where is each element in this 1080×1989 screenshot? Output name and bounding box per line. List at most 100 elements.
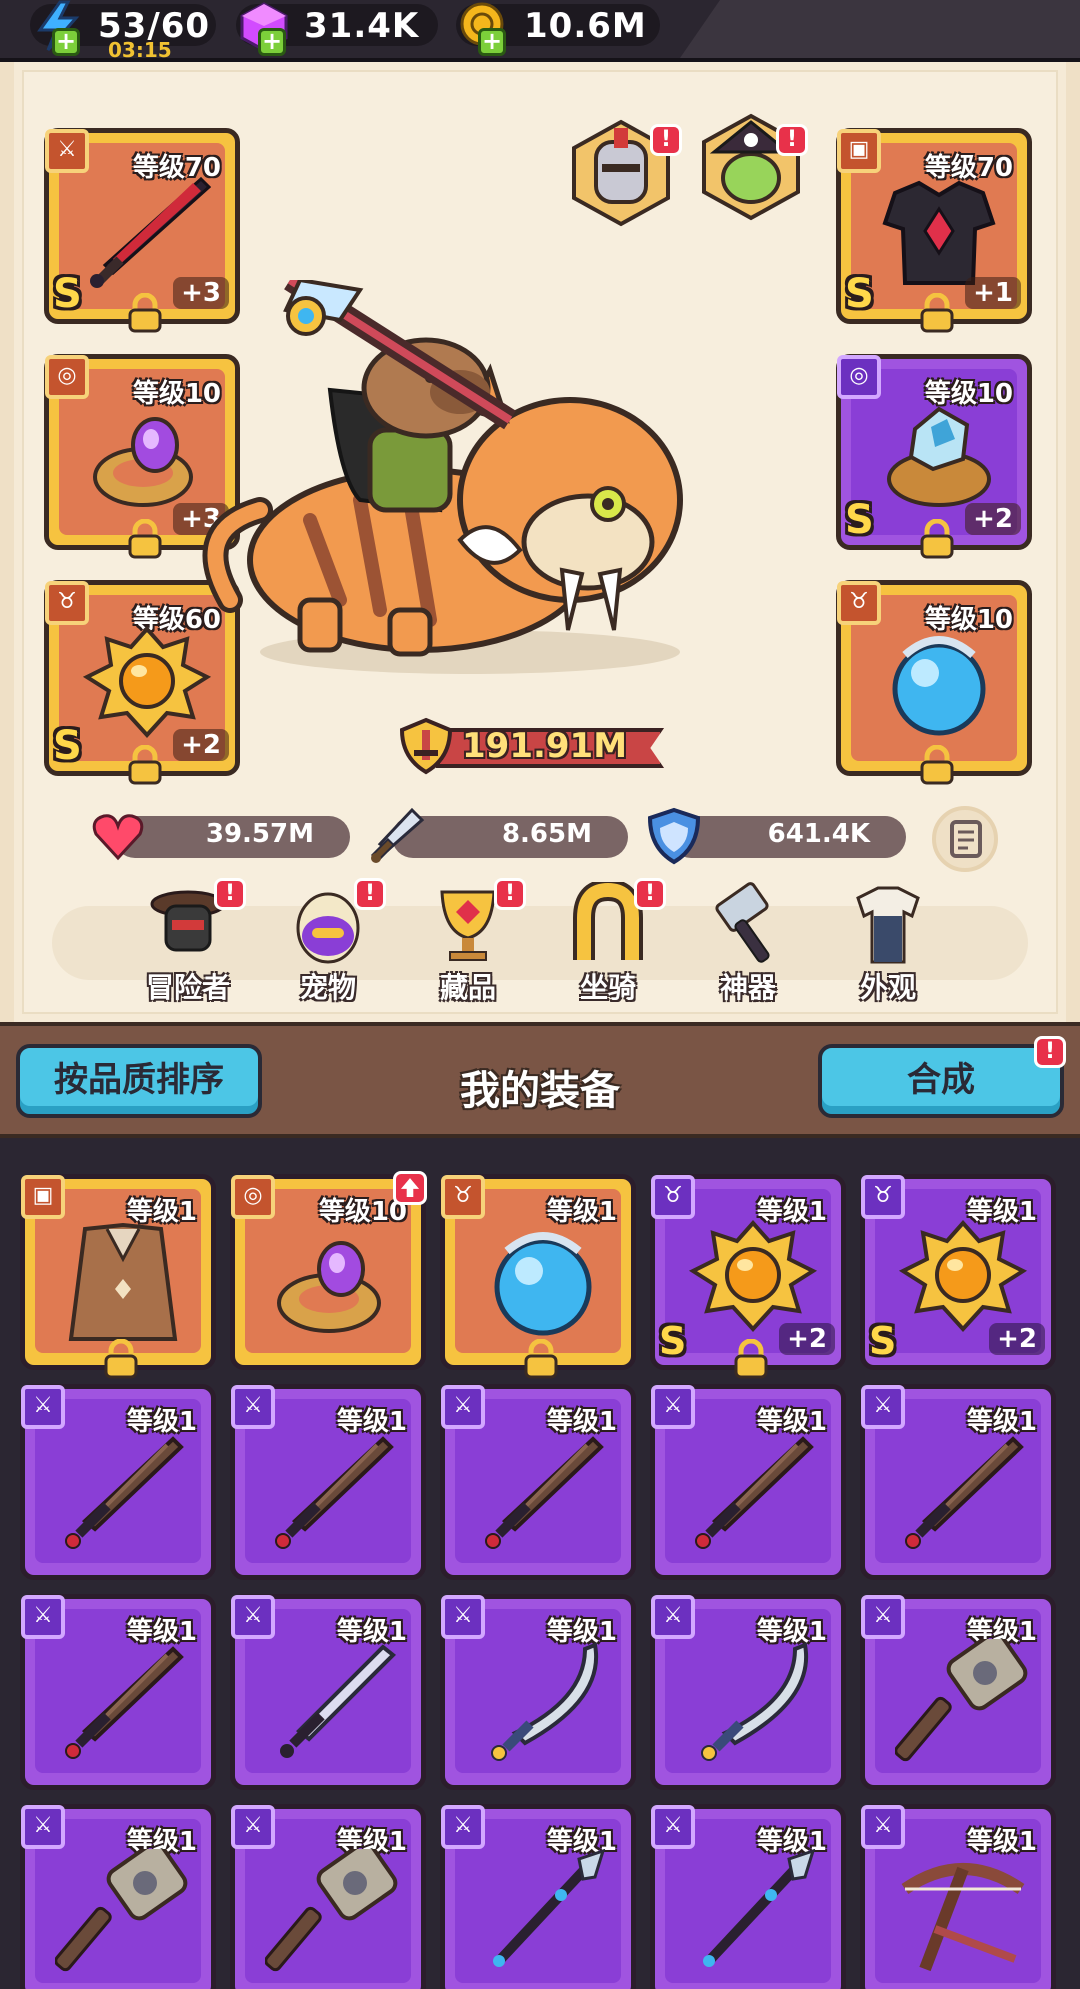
grade-badge: S (845, 271, 874, 317)
ring-icon (277, 1241, 381, 1333)
coins-counter[interactable]: + 10.6M (456, 2, 660, 56)
wooden-sword-icon (275, 1436, 394, 1549)
inventory-item[interactable]: ⚔ 等级1 (650, 1804, 846, 1989)
orb-icon (892, 636, 986, 736)
lock-icon (128, 293, 162, 333)
bracelet-type-icon: ◎ (837, 355, 881, 399)
lock-icon (104, 1339, 138, 1379)
equip-slot-bracelet[interactable]: ◎ 等级10 S +2 (836, 354, 1032, 559)
scimitar-icon (701, 1642, 809, 1761)
resource-bar: + 53/60 03:15 + 31.4K + 10.6M (0, 0, 1080, 62)
grade-badge: S (53, 271, 82, 317)
outfit-icon (856, 886, 920, 964)
item-type-icon: ⚔ (861, 1805, 905, 1849)
inventory-item[interactable]: ▣ 等级1 (20, 1174, 216, 1379)
nav-label: 神器 (719, 971, 776, 1004)
hero-riding-tiger-image (202, 280, 683, 674)
warhammer-icon (265, 1849, 398, 1972)
inventory-item[interactable]: ⚔ 等级1 (860, 1384, 1056, 1580)
power-shield-icon (399, 717, 453, 775)
wooden-sword-icon (65, 1436, 184, 1549)
hp-stat: 39.57M (92, 814, 350, 861)
warhammer-icon (55, 1849, 188, 1972)
inventory-item[interactable]: ◎ 等级10 (230, 1171, 427, 1370)
inventory-item[interactable]: ⚔ 等级1 (860, 1594, 1056, 1790)
inventory-item[interactable]: ♉ 等级1 (440, 1174, 636, 1379)
grade-badge: S (53, 723, 82, 769)
item-type-icon: ◎ (231, 1175, 275, 1219)
enhance-level: +2 (173, 729, 229, 761)
game-screen: { "resources": { "energy": {"value": "53… (0, 0, 1080, 1989)
item-type-icon: ♉ (441, 1175, 485, 1219)
merge-button[interactable]: 合成 (818, 1044, 1064, 1118)
nav-mount[interactable]: ! 坐骑 (548, 878, 668, 1012)
equip-slot-orb[interactable]: ♉ 等级10 (836, 580, 1032, 785)
sort-by-quality-button[interactable]: 按品质排序 (16, 1044, 262, 1118)
inventory-item[interactable]: ⚔ 等级1 (650, 1384, 846, 1580)
nav-label: 冒险者 (145, 971, 230, 1004)
nav-label: 坐骑 (579, 971, 636, 1004)
shield-icon (647, 807, 701, 865)
attack-value: 8.65M (501, 819, 592, 849)
lock-icon (128, 519, 162, 559)
stats-detail-button[interactable] (932, 806, 998, 872)
inventory-item[interactable]: ⚔ 等级1 (230, 1384, 426, 1580)
item-type-icon: ⚔ (441, 1805, 485, 1849)
item-type-icon: ⚔ (651, 1805, 695, 1849)
item-type-icon: ⚔ (21, 1595, 65, 1639)
hammer-icon (715, 882, 770, 963)
nav-adventurer[interactable]: ! 冒险者 (128, 878, 248, 1012)
combat-power-value: 191.91M (462, 726, 628, 766)
bracelet-icon (887, 406, 991, 507)
item-type-icon: ⚔ (231, 1805, 275, 1849)
inventory-item[interactable]: ⚔ 等级1 (440, 1384, 636, 1580)
inventory-item[interactable]: ⚔ 等级1 (230, 1804, 426, 1989)
iron-sword-icon (280, 1644, 396, 1758)
item-type-icon: ♉ (651, 1175, 695, 1219)
inventory-item[interactable]: ⚔ 等级1 (440, 1594, 636, 1790)
item-type-icon: ▣ (21, 1175, 65, 1219)
inventory-item[interactable]: ⚔ 等级1 (440, 1804, 636, 1989)
lock-icon (524, 1339, 558, 1379)
nav-appearance[interactable]: 外观 (828, 882, 948, 1012)
nav-alert-badge: ! (354, 878, 386, 910)
armor-icon (882, 180, 996, 285)
nav-alert-badge: ! (494, 878, 526, 910)
grade-badge: S (845, 497, 874, 543)
inventory-item[interactable]: ⚔ 等级1 (20, 1594, 216, 1790)
enhance-level: +2 (989, 1323, 1045, 1355)
inventory-item[interactable]: ♉ 等级1 S +2 (860, 1174, 1056, 1370)
wooden-sword-icon (485, 1436, 604, 1549)
inventory-item[interactable]: ⚔ 等级1 (860, 1804, 1056, 1989)
inventory-item[interactable]: ⚔ 等级1 (20, 1384, 216, 1580)
gems-counter[interactable]: + 31.4K (236, 2, 438, 56)
inventory-item[interactable]: ⚔ 等级1 (650, 1594, 846, 1790)
inventory-item[interactable]: ♉ 等级1 S +2 (650, 1174, 846, 1379)
add-coins-button[interactable]: + (478, 28, 506, 56)
add-energy-button[interactable]: + (52, 28, 80, 56)
sword-attack-icon (370, 807, 425, 863)
nav-alert-badge: ! (214, 878, 246, 910)
add-gems-button[interactable]: + (258, 28, 286, 56)
item-type-icon: ⚔ (861, 1595, 905, 1639)
equip-slot-armor[interactable]: ▣ 等级70 S +1 (836, 128, 1032, 333)
attack-stat: 8.65M (370, 807, 628, 863)
item-type-icon: ⚔ (231, 1595, 275, 1639)
orb-type-icon: ♉ (837, 581, 881, 625)
nav-pet[interactable]: ! 宠物 (268, 878, 388, 1012)
nav-artifact[interactable]: 神器 (688, 882, 808, 1012)
nav-label: 藏品 (439, 971, 496, 1004)
enhance-level: +2 (779, 1323, 835, 1355)
wooden-sword-icon (695, 1436, 814, 1549)
lock-icon (920, 519, 954, 559)
inventory-item[interactable]: ⚔ 等级1 (230, 1594, 426, 1790)
item-type-icon: ⚔ (21, 1805, 65, 1849)
nav-collection[interactable]: ! 藏品 (408, 878, 528, 1012)
lock-icon (734, 1339, 768, 1379)
nav-alert-badge: ! (634, 878, 666, 910)
cloak-icon (68, 1222, 178, 1341)
inventory-item[interactable]: ⚔ 等级1 (20, 1804, 216, 1989)
heart-icon (92, 814, 144, 861)
enhance-level: +2 (965, 503, 1021, 535)
item-type-icon: ⚔ (651, 1385, 695, 1429)
